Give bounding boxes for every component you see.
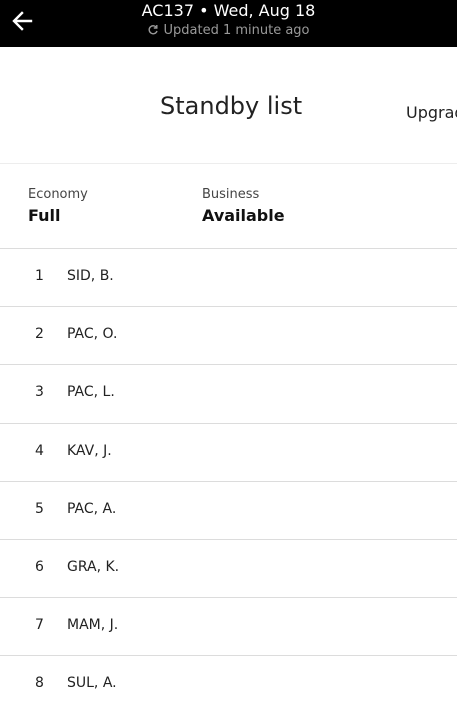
updated-text: Updated 1 minute ago bbox=[163, 22, 310, 38]
list-item-name: SID, B. bbox=[67, 268, 114, 284]
tab-bar: Standby list Upgrade bbox=[0, 47, 457, 164]
list-item-position: 5 bbox=[35, 500, 44, 517]
cabin-business-label: Business bbox=[202, 187, 260, 202]
cabin-business-status: Available bbox=[202, 206, 285, 225]
list-item: 4 KAV, J. bbox=[0, 424, 457, 482]
cabin-economy-label: Economy bbox=[28, 187, 88, 202]
cabin-availability: Economy Full Business Available bbox=[0, 164, 457, 249]
list-item-position: 4 bbox=[35, 442, 44, 459]
list-item: 5 PAC, A. bbox=[0, 482, 457, 540]
list-item: 7 MAM, J. bbox=[0, 598, 457, 657]
list-item-position: 2 bbox=[35, 326, 44, 343]
list-item-position: 3 bbox=[35, 384, 44, 401]
tab-standby-list[interactable]: Standby list bbox=[160, 92, 302, 120]
tab-upgrade[interactable]: Upgrade bbox=[406, 103, 457, 122]
top-bar: AC137 • Wed, Aug 18 Updated 1 minute ago bbox=[0, 0, 457, 47]
cabin-business: Business Available bbox=[202, 186, 285, 226]
standby-list: 1 SID, B. 2 PAC, O. 3 PAC, L. 4 KAV, J. … bbox=[0, 249, 457, 715]
list-item-name: MAM, J. bbox=[67, 617, 119, 634]
list-item: 3 PAC, L. bbox=[0, 365, 457, 424]
list-item-name: GRA, K. bbox=[67, 558, 120, 575]
updated-status: Updated 1 minute ago bbox=[147, 22, 310, 39]
list-item: 6 GRA, K. bbox=[0, 540, 457, 599]
refresh-icon bbox=[148, 25, 159, 35]
cabin-economy: Economy Full bbox=[28, 186, 88, 226]
list-item: 2 PAC, O. bbox=[0, 307, 457, 366]
list-item-name: SUL, A. bbox=[67, 675, 117, 692]
header-title-group: AC137 • Wed, Aug 18 Updated 1 minute ago bbox=[0, 1, 457, 40]
list-item-position: 7 bbox=[35, 617, 44, 634]
list-item-name: PAC, A. bbox=[67, 500, 117, 517]
list-item-name: KAV, J. bbox=[67, 442, 112, 459]
list-item: 1 SID, B. bbox=[0, 249, 457, 308]
list-item-name: PAC, L. bbox=[67, 384, 115, 401]
list-item-position: 1 bbox=[35, 268, 44, 284]
list-item: 8 SUL, A. bbox=[0, 656, 457, 714]
list-item-name: PAC, O. bbox=[67, 326, 118, 343]
list-item-position: 6 bbox=[35, 558, 44, 575]
cabin-economy-status: Full bbox=[28, 206, 61, 225]
flight-title: AC137 • Wed, Aug 18 bbox=[141, 1, 316, 20]
list-item-position: 8 bbox=[35, 675, 44, 692]
